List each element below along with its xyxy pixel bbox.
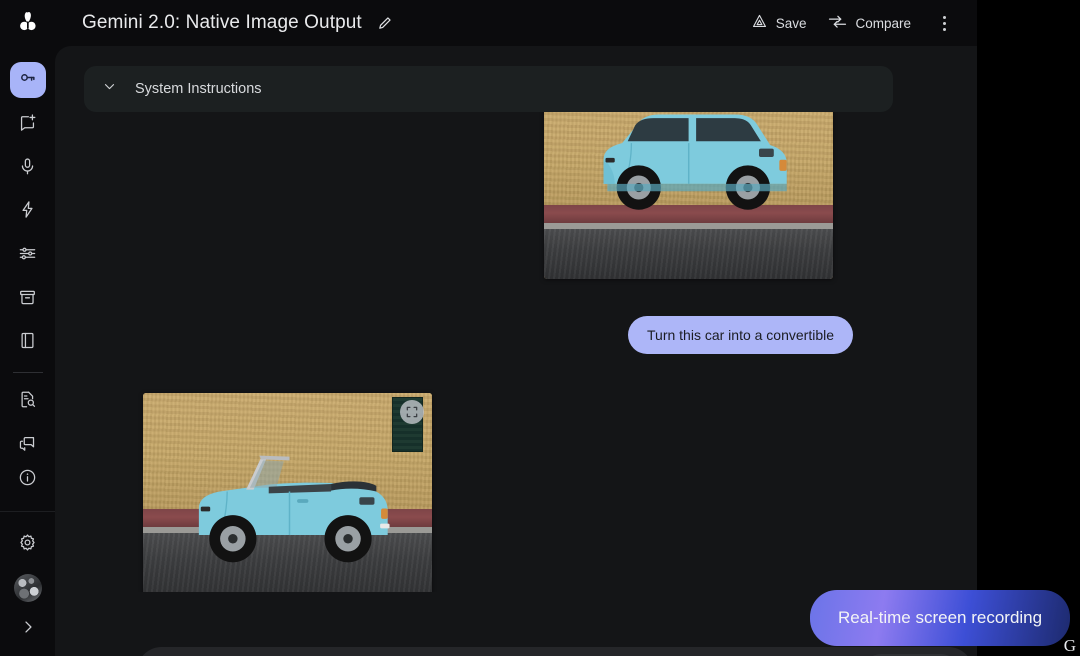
main-panel: System Instructions [55,46,977,656]
butterfly-logo[interactable] [0,0,56,46]
top-bar-actions: Save Compare [751,10,977,36]
sidebar-rail [0,46,55,656]
pencil-icon[interactable] [376,15,393,32]
kebab-menu-icon[interactable] [933,10,955,36]
sidebar-item-documentation[interactable] [9,385,47,419]
sidebar-item-realtime[interactable] [9,195,47,229]
avatar[interactable] [14,574,42,602]
lightning-bolt-icon [18,200,37,224]
compare-arrows-icon [828,13,847,33]
composer-bar [137,647,973,656]
user-message-bubble: Turn this car into a convertible [628,316,853,354]
expand-sidebar-button[interactable] [9,612,47,646]
document-search-icon [18,390,37,414]
sidebar-item-archive[interactable] [9,283,47,317]
sliders-icon [18,244,37,268]
chevron-right-icon [20,619,36,640]
recording-toast-text: Real-time screen recording [838,608,1042,628]
car-illustration [550,112,827,279]
model-image-original[interactable] [544,112,833,279]
book-icon [18,331,37,355]
chevron-down-icon [102,79,117,99]
microphone-icon [18,157,37,181]
title-group: Gemini 2.0: Native Image Output [82,12,393,34]
compare-label: Compare [855,16,911,31]
sidebar-item-account[interactable] [9,571,47,605]
key-icon [18,68,37,92]
system-instructions-header[interactable]: System Instructions [84,66,893,112]
drive-triangle-icon [751,13,768,33]
sidebar-bottom-divider [0,511,55,512]
compare-button[interactable]: Compare [828,13,911,33]
photo-scene [544,112,833,279]
gear-icon [18,533,37,557]
app-root: Gemini 2.0: Native Image Output Sa [0,0,1080,656]
page-title: Gemini 2.0: Native Image Output [82,12,362,34]
car-illustration [146,438,429,592]
conversation: Turn this car into a convertible [55,112,977,592]
expand-icon[interactable] [400,400,424,424]
chat-add-icon [18,113,37,137]
model-image-convertible[interactable] [143,393,432,592]
info-circle-icon [18,468,37,492]
sidebar-item-api-key[interactable] [10,62,46,98]
sidebar-item-info[interactable] [9,463,47,497]
sidebar-item-new-chat[interactable] [9,108,47,142]
photo-scene [143,393,432,592]
system-instructions-label: System Instructions [135,81,262,97]
google-badge: G [1064,636,1076,656]
sidebar-item-tune[interactable] [9,239,47,273]
save-button[interactable]: Save [751,13,807,33]
recording-toast: Real-time screen recording [812,592,1068,644]
sidebar-item-library[interactable] [9,326,47,360]
chat-bubbles-icon [18,434,37,458]
sidebar-divider [13,372,43,373]
sidebar-item-feedback[interactable] [9,429,47,463]
archive-box-icon [18,288,37,312]
save-label: Save [776,16,807,31]
top-bar: Gemini 2.0: Native Image Output Sa [0,0,977,46]
app-shell: Gemini 2.0: Native Image Output Sa [0,0,977,656]
sidebar-item-stream-audio[interactable] [9,152,47,186]
user-message-text: Turn this car into a convertible [647,327,834,343]
sidebar-item-settings[interactable] [9,528,47,562]
